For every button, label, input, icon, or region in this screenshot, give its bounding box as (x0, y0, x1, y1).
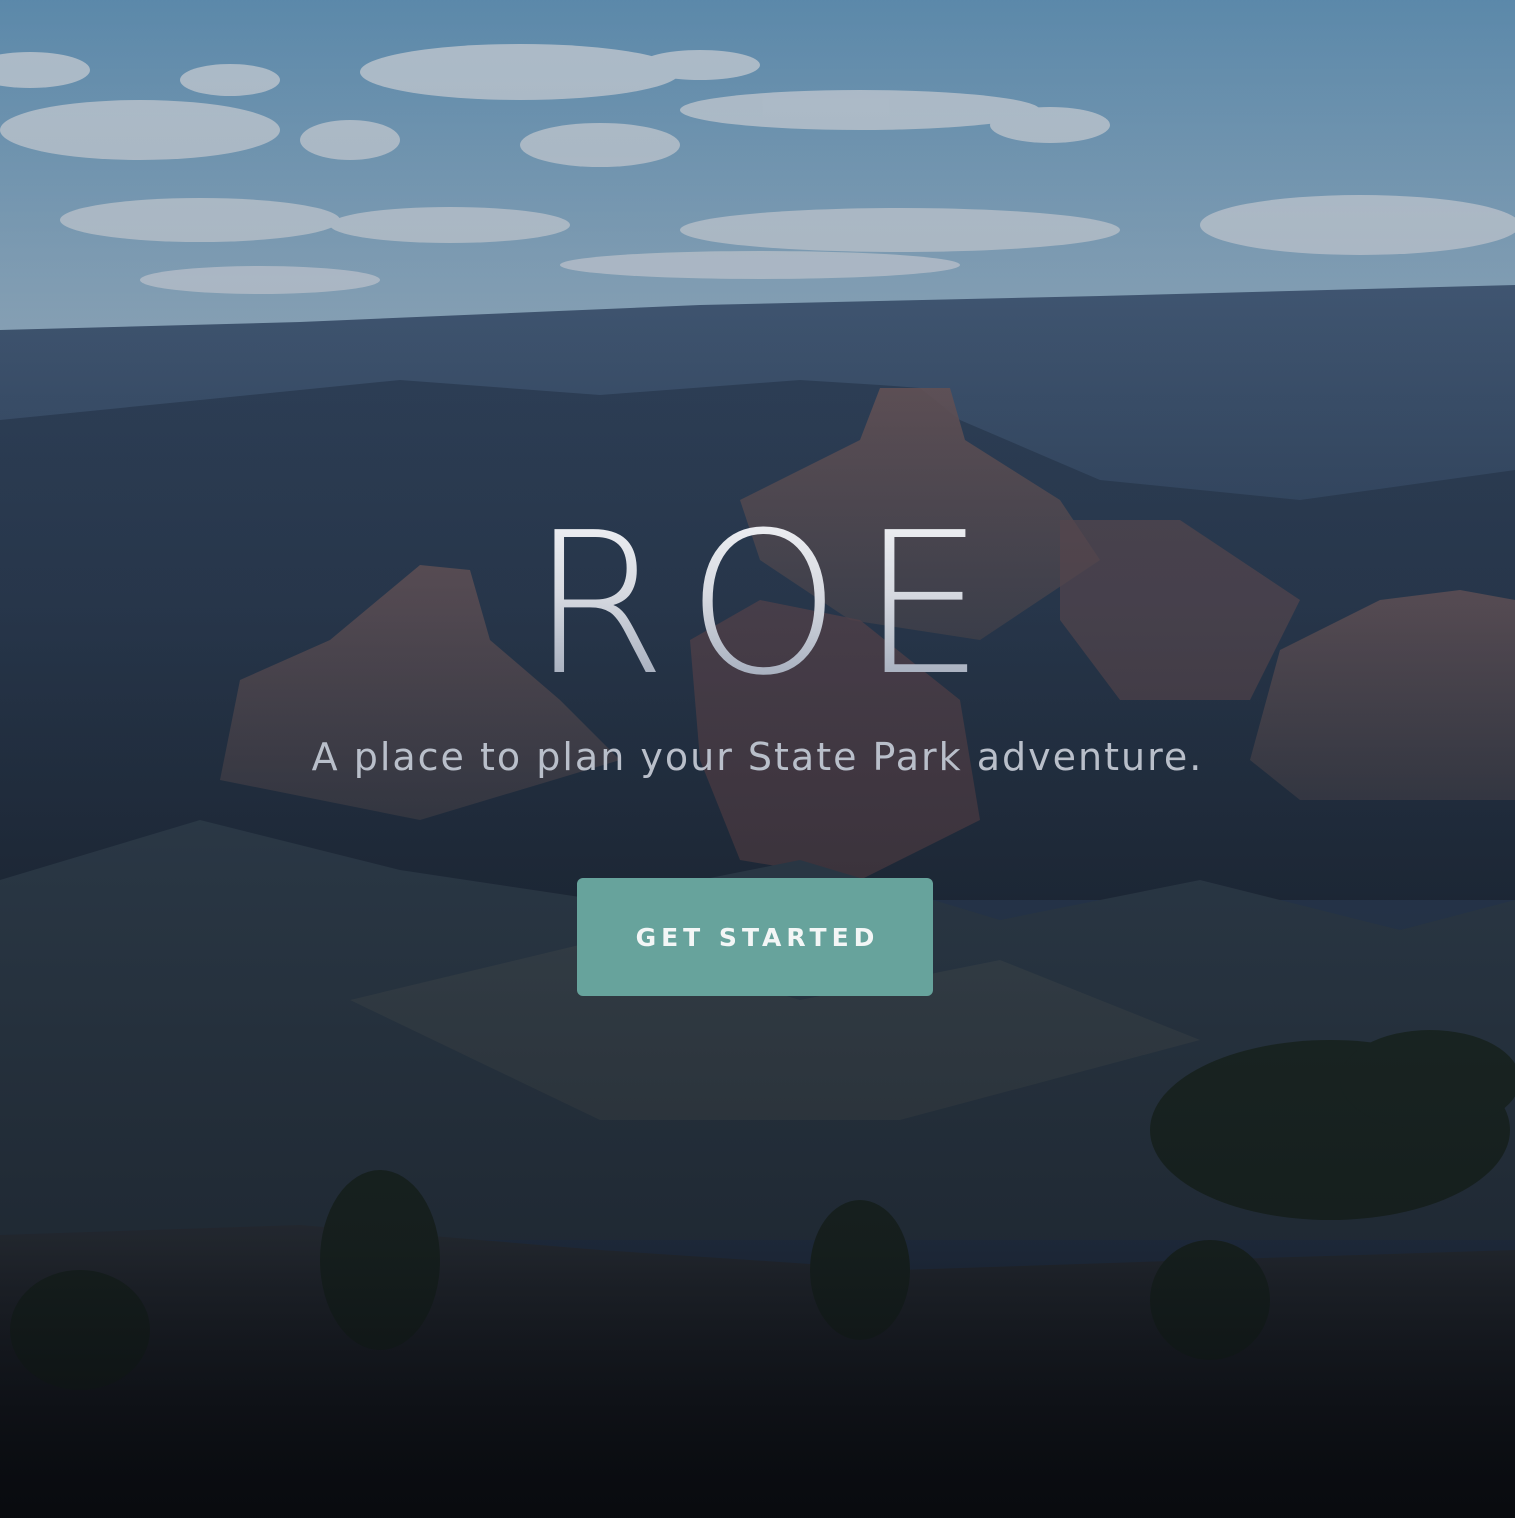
hero-section: ROE A place to plan your State Park adve… (0, 0, 1515, 1518)
hero-tagline: A place to plan your State Park adventur… (311, 735, 1204, 779)
get-started-button[interactable]: GET STARTED (577, 878, 933, 996)
hero-content: ROE A place to plan your State Park adve… (0, 0, 1515, 1518)
site-title: ROE (0, 505, 1515, 705)
